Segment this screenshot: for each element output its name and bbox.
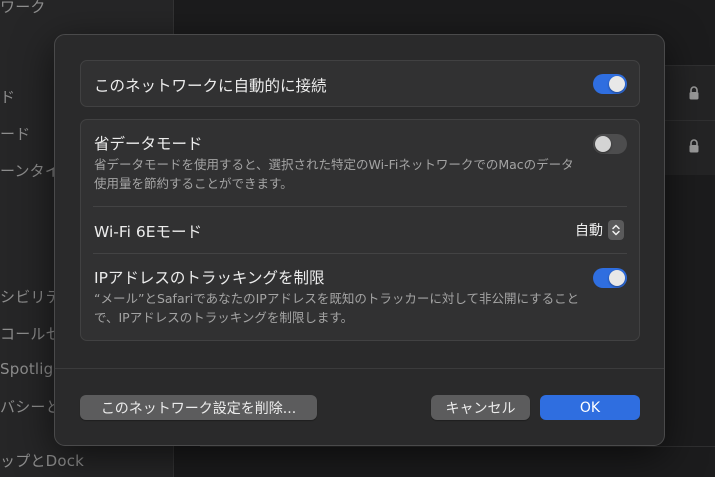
background-sidebar-item: コールセ: [0, 325, 61, 343]
forget-network-button[interactable]: このネットワーク設定を削除...: [80, 395, 317, 420]
background-sidebar-item: ード: [0, 125, 31, 143]
up-down-chevron-icon: [608, 220, 624, 240]
ok-button[interactable]: OK: [540, 395, 640, 420]
background-sidebar-item: ワーク: [0, 0, 46, 16]
low-data-mode-toggle[interactable]: [593, 134, 627, 154]
background-sidebar-item: ド: [0, 88, 16, 106]
lock-icon: [689, 86, 699, 100]
wifi-6e-mode-row: Wi-Fi 6Eモード 自動: [81, 207, 639, 253]
low-data-mode-row: 省データモード 省データモードを使用すると、選択された特定のWi-Fiネットワー…: [81, 120, 639, 206]
low-data-mode-label: 省データモード: [94, 135, 203, 153]
toggle-knob: [595, 136, 611, 152]
background-sidebar-item: ップとDock: [0, 452, 85, 470]
wifi-6e-mode-popup[interactable]: 自動: [575, 219, 624, 241]
background-divider: [200, 446, 715, 447]
background-sidebar-item: シビリテ: [0, 288, 61, 306]
background-sidebar-item: ーンタイ: [0, 162, 61, 180]
network-options-group: 省データモード 省データモードを使用すると、選択された特定のWi-Fiネットワー…: [80, 119, 640, 341]
limit-ip-tracking-row: IPアドレスのトラッキングを制限 “メール”とSafariであなたのIPアドレス…: [81, 254, 639, 340]
network-settings-dialog: このネットワークに自動的に接続 省データモード 省データモードを使用すると、選択…: [54, 34, 665, 446]
limit-ip-tracking-toggle[interactable]: [593, 268, 627, 288]
auto-join-label: このネットワークに自動的に接続: [94, 77, 327, 95]
low-data-mode-description: 省データモードを使用すると、選択された特定のWi-FiネットワークでのMacのデ…: [94, 157, 574, 191]
auto-join-toggle[interactable]: [593, 74, 627, 94]
lock-icon: [689, 139, 699, 153]
dialog-footer-divider: [55, 368, 664, 369]
wifi-6e-mode-label: Wi-Fi 6Eモード: [94, 223, 203, 241]
wifi-6e-mode-value: 自動: [575, 223, 603, 239]
limit-ip-tracking-description: “メール”とSafariであなたのIPアドレスを既知のトラッカーに対して非公開に…: [94, 291, 580, 325]
toggle-knob: [609, 270, 625, 286]
background-sidebar-item: バシーと: [0, 398, 61, 416]
limit-ip-tracking-label: IPアドレスのトラッキングを制限: [94, 269, 325, 287]
toggle-knob: [609, 76, 625, 92]
cancel-button[interactable]: キャンセル: [431, 395, 530, 420]
auto-join-group: このネットワークに自動的に接続: [80, 60, 640, 107]
